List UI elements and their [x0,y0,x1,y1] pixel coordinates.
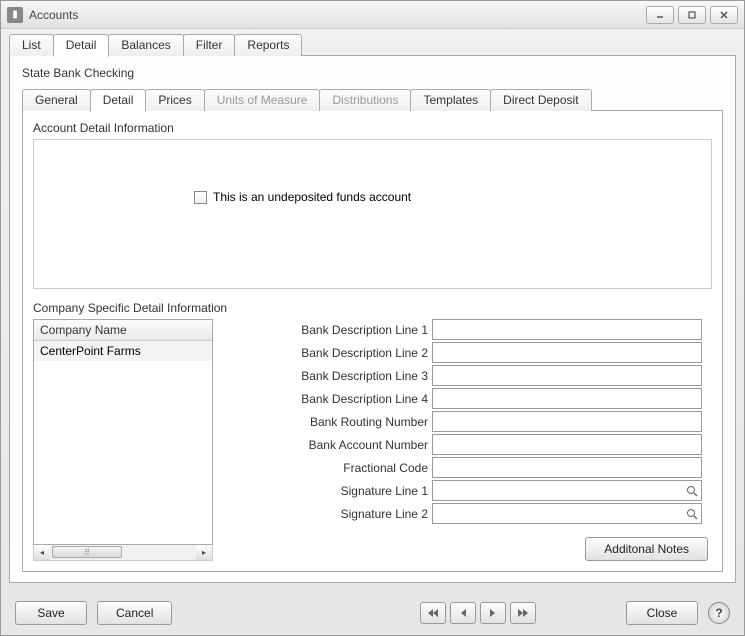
label-sig-2: Signature Line 2 [237,507,432,521]
additional-notes-wrap: Additonal Notes [585,537,708,561]
lookup-sig-2-icon[interactable] [684,506,700,522]
label-bank-desc-1: Bank Description Line 1 [237,323,432,337]
hscroll-track[interactable]: ⠿ [50,545,196,560]
hscroll-left[interactable]: ◂ [34,545,50,560]
main-tabs: List Detail Balances Filter Reports [9,34,736,56]
nav-last-button[interactable] [510,602,536,624]
input-bank-desc-4[interactable] [432,388,702,409]
input-sig-1[interactable] [432,480,702,501]
row-sig-1: Signature Line 1 [237,480,702,501]
footer: Save Cancel Close ? [1,591,744,635]
company-list-item[interactable]: CenterPoint Farms [34,341,212,361]
company-section: Company Name CenterPoint Farms ◂ ⠿ ▸ [33,319,712,561]
close-footer-button[interactable]: Close [626,601,698,625]
label-bank-desc-3: Bank Description Line 3 [237,369,432,383]
row-sig-2: Signature Line 2 [237,503,702,524]
input-sig-2[interactable] [432,503,702,524]
label-bank-desc-2: Bank Description Line 2 [237,346,432,360]
account-name-label: State Bank Checking [22,66,723,80]
tab-detail[interactable]: Detail [53,34,110,57]
additional-notes-button[interactable]: Additonal Notes [585,537,708,561]
tab-reports[interactable]: Reports [234,34,302,56]
row-routing: Bank Routing Number [237,411,702,432]
subtab-units-of-measure[interactable]: Units of Measure [204,89,321,111]
nav-buttons [420,602,536,624]
subtab-detail[interactable]: Detail [90,89,147,112]
save-button[interactable]: Save [15,601,87,625]
window-title: Accounts [29,8,646,22]
close-button[interactable] [710,6,738,24]
label-bank-desc-4: Bank Description Line 4 [237,392,432,406]
section-company-specific: Company Specific Detail Information [33,301,712,315]
row-fractional: Fractional Code [237,457,702,478]
company-list-hscrollbar[interactable]: ◂ ⠿ ▸ [33,545,213,561]
lookup-sig-1-icon[interactable] [684,483,700,499]
subtab-templates[interactable]: Templates [410,89,491,111]
tab-filter[interactable]: Filter [183,34,236,56]
row-bank-desc-4: Bank Description Line 4 [237,388,702,409]
maximize-button[interactable] [678,6,706,24]
account-detail-box: This is an undeposited funds account [33,139,712,289]
app-icon: ▮ [7,7,23,23]
input-fractional[interactable] [432,457,702,478]
accounts-window: ▮ Accounts List Detail Balances Filter R… [0,0,745,636]
row-bank-desc-2: Bank Description Line 2 [237,342,702,363]
row-bank-desc-3: Bank Description Line 3 [237,365,702,386]
input-bank-desc-3[interactable] [432,365,702,386]
hscroll-thumb[interactable]: ⠿ [52,546,122,558]
detail-subpanel: Account Detail Information This is an un… [22,110,723,572]
help-button[interactable]: ? [708,602,730,624]
hscroll-right[interactable]: ▸ [196,545,212,560]
content-area: List Detail Balances Filter Reports Stat… [1,29,744,591]
undeposited-checkbox[interactable] [194,191,207,204]
input-account-num[interactable] [432,434,702,455]
row-account-num: Bank Account Number [237,434,702,455]
subtab-direct-deposit[interactable]: Direct Deposit [490,89,591,111]
company-list[interactable]: Company Name CenterPoint Farms [33,319,213,545]
label-sig-1: Signature Line 1 [237,484,432,498]
subtab-prices[interactable]: Prices [145,89,204,111]
field-grid: Bank Description Line 1 Bank Description… [237,319,702,561]
input-bank-desc-1[interactable] [432,319,702,340]
nav-prev-button[interactable] [450,602,476,624]
undeposited-row: This is an undeposited funds account [194,190,711,204]
input-bank-desc-2[interactable] [432,342,702,363]
row-bank-desc-1: Bank Description Line 1 [237,319,702,340]
tab-list[interactable]: List [9,34,54,56]
sub-tabs: General Detail Prices Units of Measure D… [22,89,723,111]
label-account-num: Bank Account Number [237,438,432,452]
company-list-wrap: Company Name CenterPoint Farms ◂ ⠿ ▸ [33,319,213,561]
window-controls [646,6,738,24]
label-fractional: Fractional Code [237,461,432,475]
tab-balances[interactable]: Balances [108,34,183,56]
label-routing: Bank Routing Number [237,415,432,429]
subtab-general[interactable]: General [22,89,91,111]
main-panel: State Bank Checking General Detail Price… [9,55,736,583]
minimize-button[interactable] [646,6,674,24]
undeposited-label: This is an undeposited funds account [213,190,411,204]
nav-first-button[interactable] [420,602,446,624]
company-list-header[interactable]: Company Name [34,320,212,341]
input-routing[interactable] [432,411,702,432]
nav-next-button[interactable] [480,602,506,624]
section-account-detail-info: Account Detail Information [33,121,712,135]
cancel-button[interactable]: Cancel [97,601,172,625]
subtab-distributions[interactable]: Distributions [319,89,411,111]
titlebar: ▮ Accounts [1,1,744,29]
